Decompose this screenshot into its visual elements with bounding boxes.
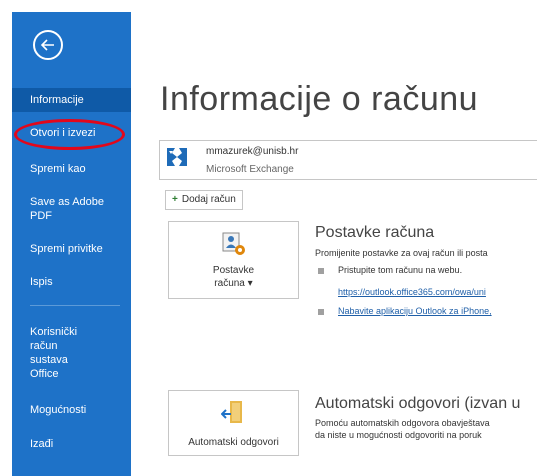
- sidebar-item-office-account[interactable]: Korisnički račun sustava Office: [12, 325, 87, 381]
- sidebar-item-label: Informacije: [30, 94, 84, 106]
- sidebar-item-label: Spremi privitke: [30, 243, 103, 255]
- back-arrow-icon: [40, 39, 54, 51]
- account-settings-label-1: Postavke: [212, 265, 255, 276]
- sidebar-item-save-as-adobe-pdf[interactable]: Save as Adobe PDF: [12, 195, 122, 223]
- sidebar-item-izadi[interactable]: Izađi: [12, 437, 131, 451]
- account-type: Microsoft Exchange: [206, 164, 294, 175]
- sidebar-item-otvori-i-izvezi[interactable]: Otvori i izvezi: [12, 126, 131, 140]
- owa-link[interactable]: https://outlook.office365.com/owa/uni: [338, 287, 486, 297]
- automatic-replies-icon: [221, 401, 242, 423]
- sidebar-item-label: Otvori i izvezi: [30, 127, 96, 139]
- sidebar-item-ispis[interactable]: Ispis: [12, 275, 131, 289]
- top-strip: [0, 0, 537, 12]
- sidebar-item-label: Spremi kao: [30, 163, 86, 175]
- sidebar-item-spremi-kao[interactable]: Spremi kao: [12, 162, 131, 176]
- account-settings-label-2-text: računa: [214, 278, 245, 289]
- sidebar-item-mogucnosti[interactable]: Mogućnosti: [12, 403, 131, 417]
- dropdown-caret-icon: ▾: [244, 278, 253, 289]
- sidebar-item-label: Save as Adobe PDF: [30, 196, 105, 222]
- sidebar-item-informacije[interactable]: Informacije: [12, 88, 131, 112]
- account-settings-icon: [222, 232, 245, 255]
- bullet-text-web-access: Pristupite tom računu na webu.: [338, 265, 463, 275]
- sidebar-item-label: Korisnički račun sustava Office: [30, 326, 78, 380]
- section-desc-automatic-replies-1: Pomoću automatskih odgovora obavještava: [315, 418, 490, 428]
- automatic-replies-tile[interactable]: Automatski odgovori: [168, 390, 299, 456]
- page-title: Informacije o računu: [160, 80, 479, 118]
- account-settings-tile[interactable]: Postavke računa ▾: [168, 221, 299, 299]
- section-title-automatic-replies: Automatski odgovori (izvan u: [315, 395, 521, 412]
- account-settings-label-2: računa ▾: [169, 277, 298, 290]
- add-account-button[interactable]: + Dodaj račun: [165, 190, 243, 210]
- sidebar-item-label: Mogućnosti: [30, 404, 87, 416]
- back-button[interactable]: [33, 30, 63, 60]
- automatic-replies-label: Automatski odgovori: [188, 437, 279, 448]
- bullet-icon: [318, 268, 324, 274]
- bullet-icon: [318, 309, 324, 315]
- sidebar-item-label: Izađi: [30, 438, 54, 450]
- section-title-account-settings: Postavke računa: [315, 224, 435, 241]
- add-account-label: Dodaj račun: [181, 194, 236, 205]
- outlook-mobile-link[interactable]: Nabavite aplikaciju Outlook za iPhone,: [338, 306, 492, 316]
- exchange-icon: [165, 145, 189, 174]
- sidebar-item-spremi-privitke[interactable]: Spremi privitke: [12, 242, 131, 256]
- sidebar-divider: [30, 305, 120, 306]
- section-desc-automatic-replies-2: da niste u mogućnosti odgovoriti na poru…: [315, 430, 482, 440]
- section-desc-account-settings: Promijenite postavke za ovaj račun ili p…: [315, 248, 488, 258]
- sidebar-item-label: Ispis: [30, 276, 53, 288]
- plus-icon: +: [172, 194, 178, 205]
- outlook-backstage: Informacije Otvori i izvezi Spremi kao S…: [0, 0, 537, 476]
- account-email: mmazurek@unisb.hr: [206, 146, 299, 157]
